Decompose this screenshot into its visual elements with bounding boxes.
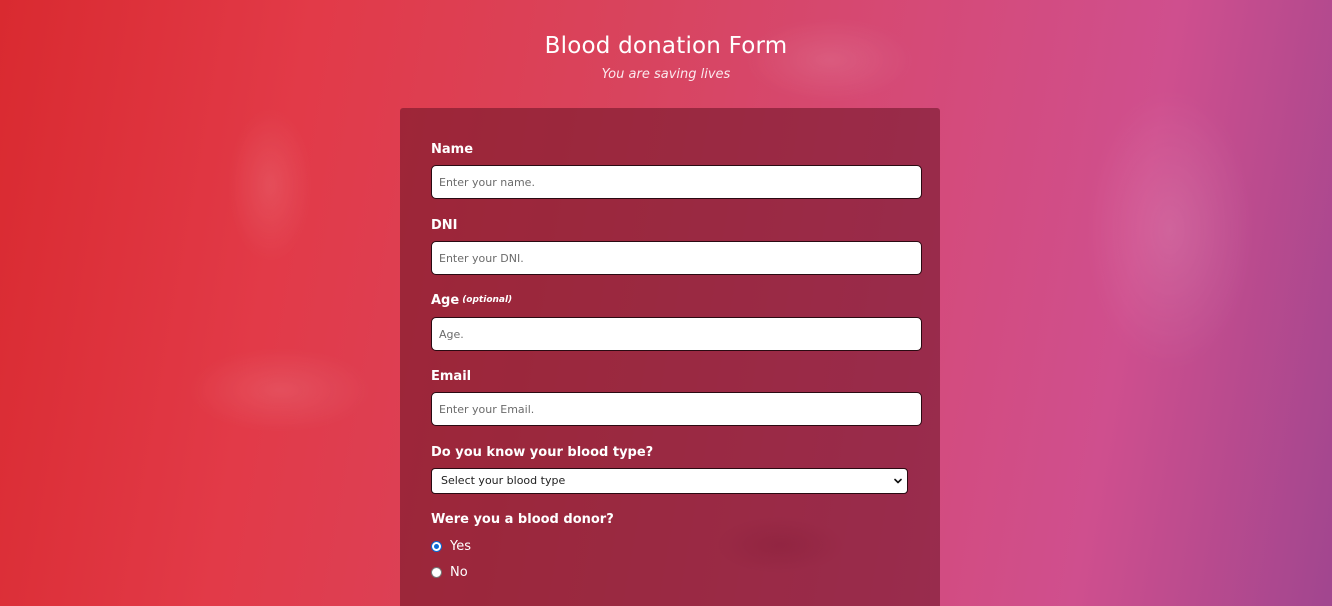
blood-type-select[interactable]: Select your blood type bbox=[431, 468, 908, 494]
email-input[interactable] bbox=[431, 392, 922, 426]
page-subtitle: You are saving lives bbox=[601, 67, 731, 82]
dni-label: DNI bbox=[431, 218, 458, 233]
name-label: Name bbox=[431, 142, 474, 157]
dni-input[interactable] bbox=[431, 241, 922, 275]
age-label: Age (optional) bbox=[431, 293, 512, 310]
donor-option-no[interactable]: No bbox=[431, 563, 468, 581]
radio-no[interactable] bbox=[431, 566, 442, 578]
page-title: Blood donation Form bbox=[544, 33, 788, 59]
optional-tag: (optional) bbox=[462, 295, 513, 305]
name-input[interactable] bbox=[431, 165, 922, 199]
donor-label: Were you a blood donor? bbox=[431, 512, 614, 527]
page-header: Blood donation Form You are saving lives bbox=[0, 30, 1332, 83]
radio-yes[interactable] bbox=[431, 540, 442, 552]
blood-type-selected-value: Select your blood type bbox=[441, 474, 566, 487]
donation-form: Name DNI Age(optional) Email Do you know… bbox=[400, 108, 940, 606]
blood-type-label: Do you know your blood type? bbox=[431, 445, 654, 460]
radio-yes-label: Yes bbox=[450, 538, 471, 554]
chevron-down-icon bbox=[894, 478, 902, 484]
radio-no-label: No bbox=[450, 564, 468, 580]
donor-option-yes[interactable]: Yes bbox=[431, 537, 471, 555]
age-input[interactable] bbox=[431, 317, 922, 351]
email-label: Email bbox=[431, 369, 472, 384]
age-label-text: Age bbox=[431, 293, 460, 308]
